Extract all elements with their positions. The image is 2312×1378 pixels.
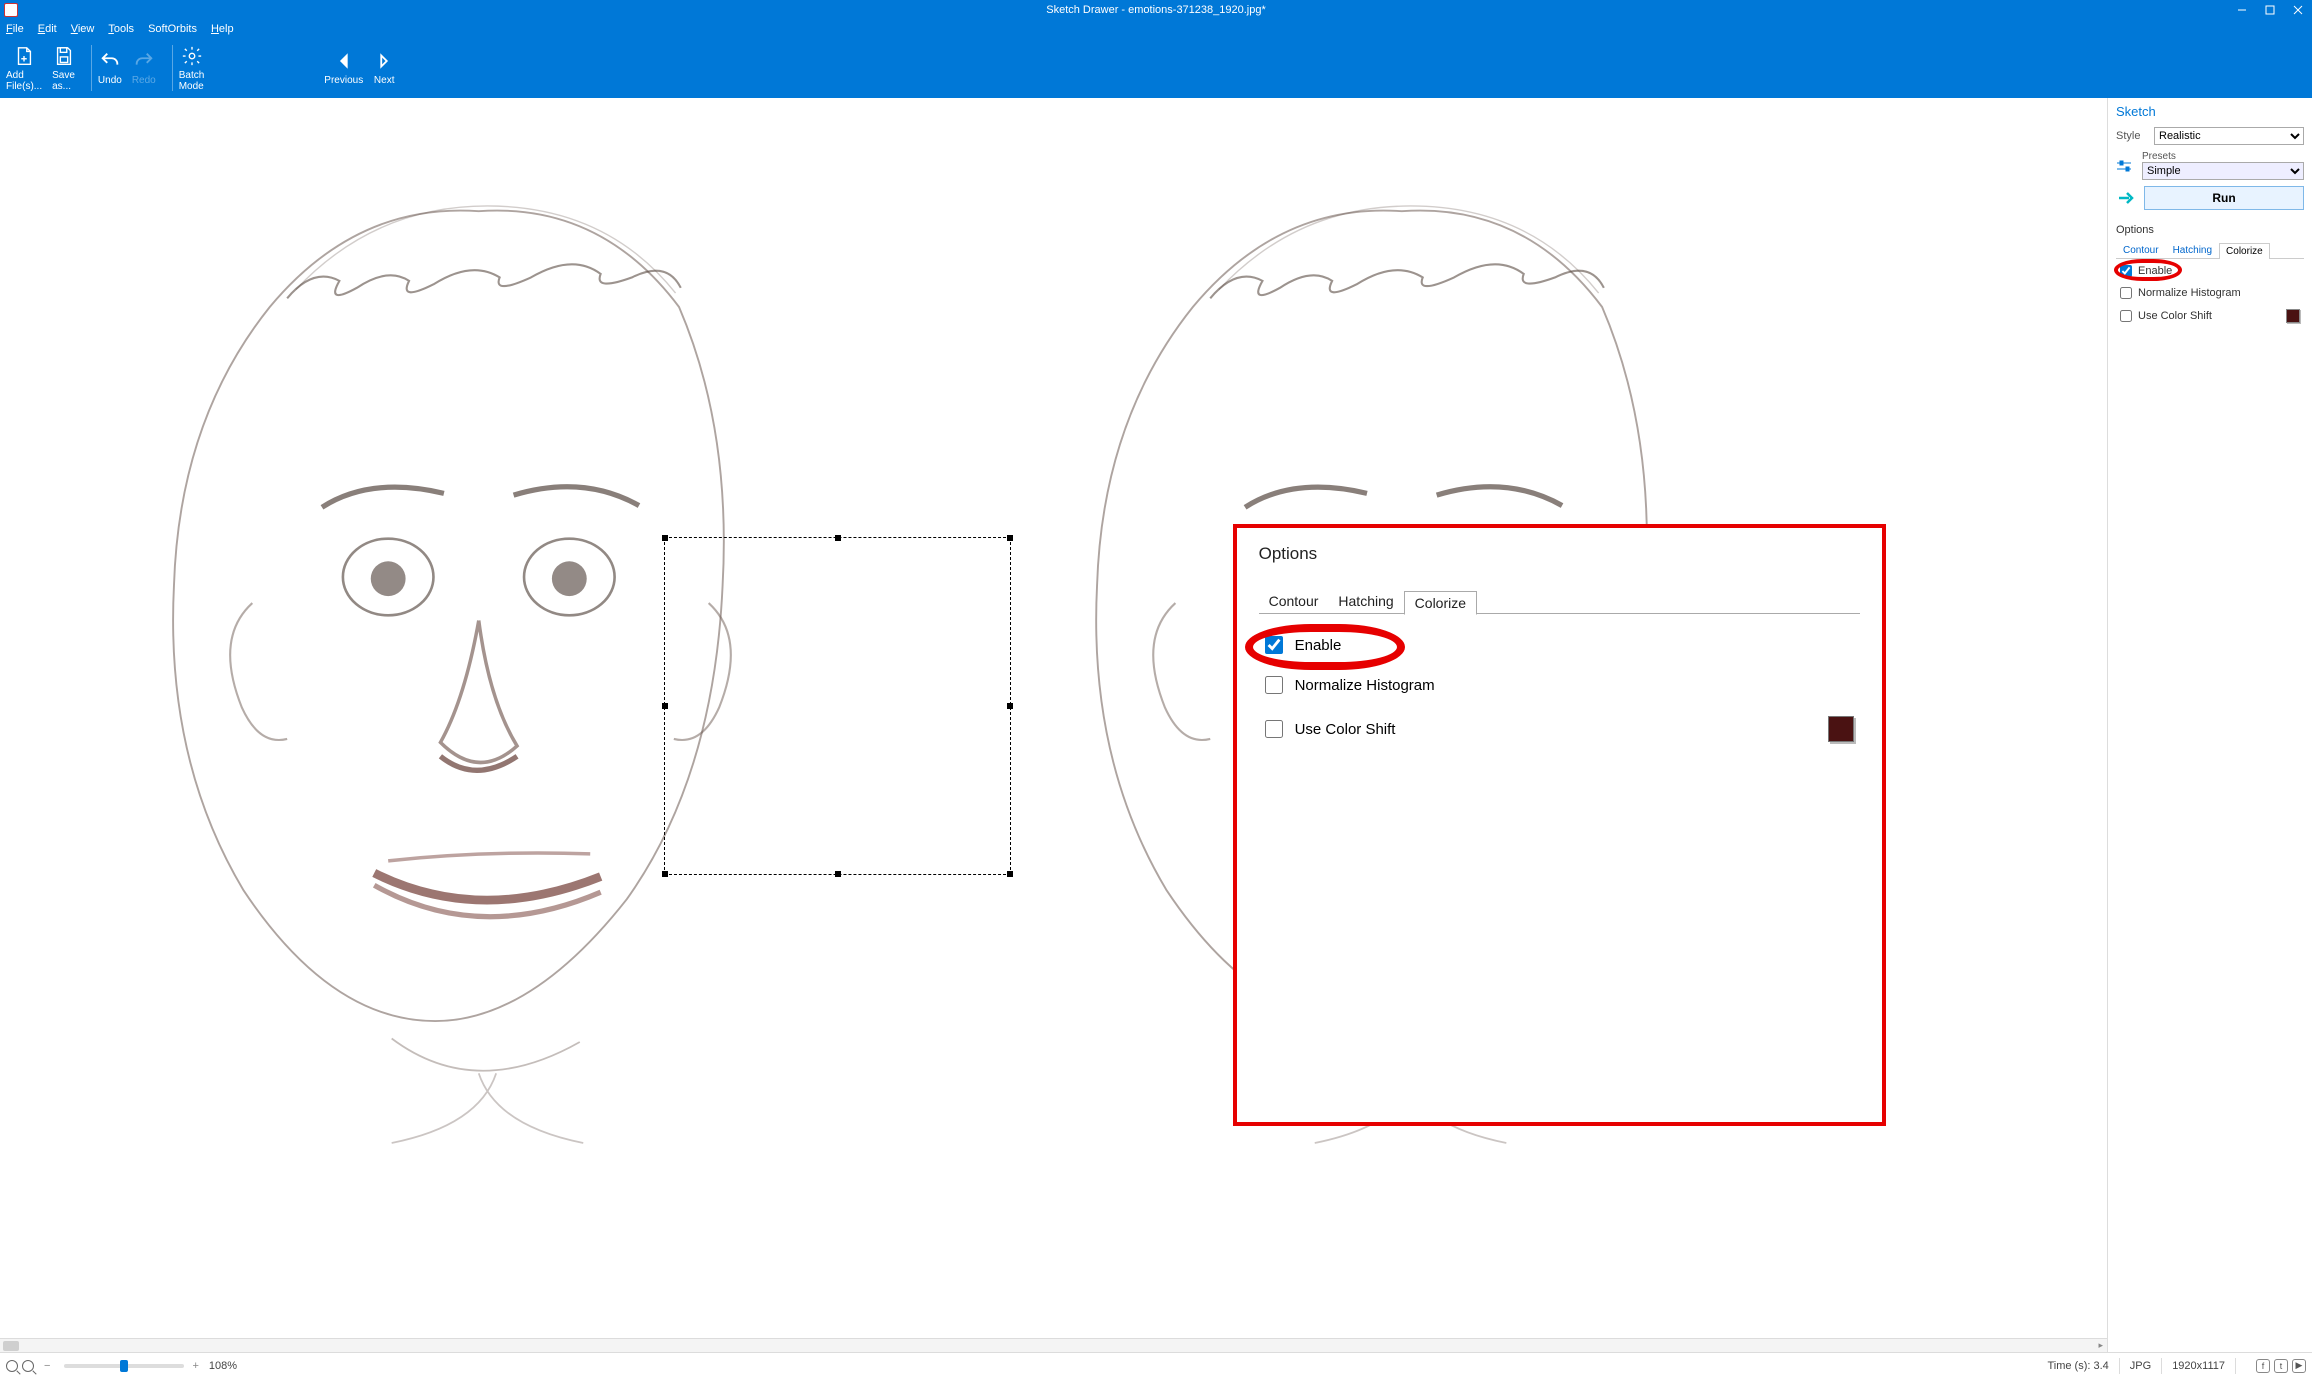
menu-tools[interactable]: Tools	[108, 23, 134, 35]
zoom-percent: 108%	[209, 1360, 237, 1372]
presets-select[interactable]: Simple	[2142, 162, 2304, 180]
scrollbar-thumb[interactable]	[3, 1341, 19, 1351]
callout-normalize-checkbox[interactable]	[1265, 676, 1283, 694]
menu-file[interactable]: File	[6, 23, 24, 35]
zoom-fit-icon[interactable]	[6, 1360, 18, 1372]
colorshift-checkbox[interactable]	[2120, 310, 2132, 322]
zoom-actual-icon[interactable]	[22, 1360, 34, 1372]
normalize-label: Normalize Histogram	[2138, 287, 2241, 299]
style-select[interactable]: Realistic	[2154, 127, 2304, 145]
close-button[interactable]	[2284, 0, 2312, 20]
status-dimensions: 1920x1117	[2172, 1360, 2225, 1372]
arrow-right-icon	[373, 50, 395, 72]
options-heading: Options	[2116, 224, 2304, 236]
callout-colorshift-checkbox[interactable]	[1265, 720, 1283, 738]
title-bar: Sketch Drawer - emotions-371238_1920.jpg…	[0, 0, 2312, 20]
horizontal-scrollbar[interactable]: ▸	[0, 1338, 2107, 1352]
run-arrow-icon	[2116, 187, 2138, 209]
sketch-heading: Sketch	[2116, 104, 2304, 119]
callout-enable-checkbox[interactable]	[1265, 636, 1283, 654]
callout-color-swatch[interactable]	[1828, 716, 1854, 742]
menu-softorbits[interactable]: SoftOrbits	[148, 23, 197, 35]
redo-button: Redo	[132, 50, 156, 86]
colorshift-label: Use Color Shift	[2138, 310, 2212, 322]
selection-rectangle[interactable]	[664, 537, 1012, 876]
undo-label: Undo	[98, 75, 122, 86]
annotation-callout: Options Contour Hatching Colorize Enable…	[1233, 524, 1886, 1126]
minimize-button[interactable]	[2228, 0, 2256, 20]
app-icon	[4, 3, 18, 17]
facebook-icon[interactable]: f	[2256, 1359, 2270, 1373]
enable-label: Enable	[2138, 265, 2172, 277]
callout-tab-colorize[interactable]: Colorize	[1404, 591, 1477, 615]
undo-button[interactable]: Undo	[98, 50, 122, 86]
zoom-out-button[interactable]: −	[44, 1360, 50, 1372]
add-files-button[interactable]: Add File(s)...	[6, 45, 42, 92]
save-as-label: Save as...	[52, 70, 75, 92]
status-bar: − + 108% Time (s): 3.4 JPG 1920x1117 f t…	[0, 1352, 2312, 1378]
enable-checkbox[interactable]	[2120, 265, 2132, 277]
scrollbar-right-arrow-icon[interactable]: ▸	[2098, 1340, 2103, 1351]
callout-colorshift-label: Use Color Shift	[1295, 721, 1396, 738]
tab-contour[interactable]: Contour	[2116, 242, 2166, 258]
save-as-button[interactable]: Save as...	[52, 45, 75, 92]
menu-bar: File Edit View Tools SoftOrbits Help	[0, 20, 2312, 38]
save-icon	[53, 45, 75, 67]
batch-mode-button[interactable]: Batch Mode	[179, 45, 205, 92]
status-time: Time (s): 3.4	[2047, 1360, 2108, 1372]
ribbon-toolbar: Add File(s)... Save as... Undo Redo Batc…	[0, 38, 2312, 98]
style-label: Style	[2116, 130, 2148, 142]
next-label: Next	[374, 75, 395, 86]
add-files-label: Add File(s)...	[6, 70, 42, 92]
presets-label: Presets	[2142, 151, 2304, 162]
redo-label: Redo	[132, 75, 156, 86]
callout-options-title: Options	[1259, 544, 1860, 564]
previous-label: Previous	[324, 75, 363, 86]
maximize-button[interactable]	[2256, 0, 2284, 20]
canvas[interactable]: Options Contour Hatching Colorize Enable…	[0, 98, 2107, 1352]
menu-help[interactable]: Help	[211, 23, 234, 35]
redo-icon	[133, 50, 155, 72]
sliders-icon	[2116, 160, 2132, 172]
callout-tabs: Contour Hatching Colorize	[1259, 590, 1860, 614]
next-button[interactable]: Next	[373, 50, 395, 86]
tab-colorize[interactable]: Colorize	[2219, 243, 2270, 259]
side-panel: Sketch Style Realistic Presets Simple Ru…	[2107, 98, 2312, 1352]
undo-icon	[99, 50, 121, 72]
color-swatch[interactable]	[2286, 309, 2300, 323]
tab-hatching[interactable]: Hatching	[2166, 242, 2219, 258]
run-button[interactable]: Run	[2144, 186, 2304, 210]
menu-view[interactable]: View	[71, 23, 95, 35]
arrow-left-icon	[333, 50, 355, 72]
callout-tab-contour[interactable]: Contour	[1259, 590, 1329, 614]
callout-enable-label: Enable	[1295, 637, 1342, 654]
zoom-slider[interactable]	[64, 1364, 184, 1368]
gear-icon	[181, 45, 203, 67]
twitter-icon[interactable]: t	[2274, 1359, 2288, 1373]
callout-normalize-label: Normalize Histogram	[1295, 677, 1435, 694]
workspace: Options Contour Hatching Colorize Enable…	[0, 98, 2312, 1352]
social-links: f t ▶	[2256, 1359, 2306, 1373]
youtube-icon[interactable]: ▶	[2292, 1359, 2306, 1373]
batch-mode-label: Batch Mode	[179, 70, 205, 92]
normalize-checkbox[interactable]	[2120, 287, 2132, 299]
callout-tab-hatching[interactable]: Hatching	[1328, 590, 1403, 614]
add-file-icon	[13, 45, 35, 67]
menu-edit[interactable]: Edit	[38, 23, 57, 35]
zoom-in-button[interactable]: +	[192, 1360, 198, 1372]
previous-button[interactable]: Previous	[324, 50, 363, 86]
status-format: JPG	[2130, 1360, 2151, 1372]
window-title: Sketch Drawer - emotions-371238_1920.jpg…	[1046, 4, 1266, 16]
options-tabs: Contour Hatching Colorize	[2116, 242, 2304, 259]
